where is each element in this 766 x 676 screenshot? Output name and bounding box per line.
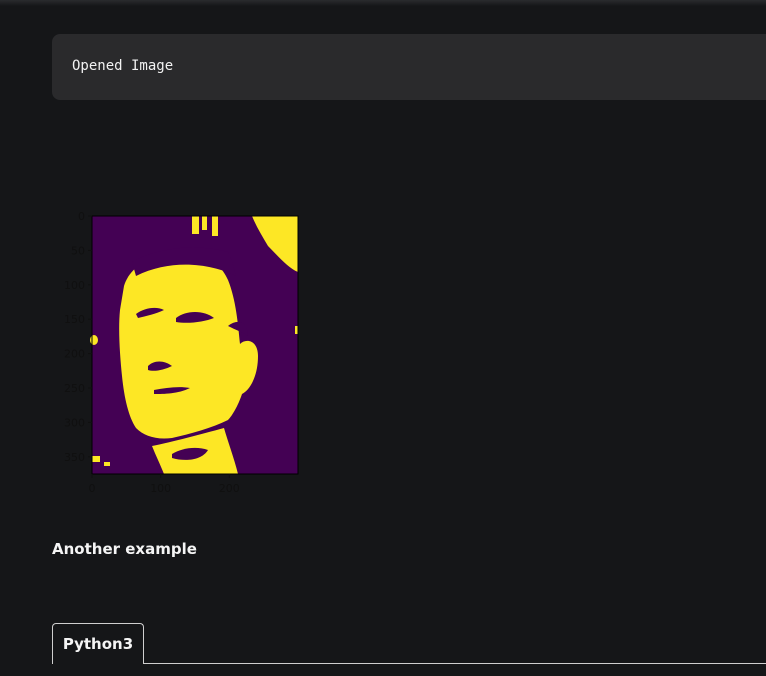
plot-figure: 0 50 100 150 200 250 300 350 0 100 200 — [52, 206, 308, 508]
section-heading: Another example — [52, 540, 197, 558]
tab-python3[interactable]: Python3 — [52, 623, 144, 663]
code-output-text: Opened Image — [72, 58, 174, 74]
y-tick-label: 200 — [64, 348, 85, 361]
x-tick-label: 0 — [89, 482, 96, 495]
code-output-box: Opened Image — [52, 34, 766, 100]
y-tick-label: 250 — [64, 382, 85, 395]
y-tick-label: 0 — [78, 210, 85, 223]
y-tick-label: 100 — [64, 279, 85, 292]
x-tick-label: 100 — [150, 482, 171, 495]
x-axis — [91, 474, 230, 478]
tab-active-cover — [53, 662, 143, 664]
tabs-divider — [52, 663, 766, 664]
y-tick-label: 150 — [64, 313, 85, 326]
x-tick-label: 200 — [219, 482, 240, 495]
top-edge — [0, 0, 766, 6]
binary-image-plot: 0 50 100 150 200 250 300 350 0 100 200 — [64, 210, 299, 495]
y-tick-label: 50 — [71, 244, 85, 257]
y-tick-label: 350 — [64, 451, 85, 464]
y-tick-label: 300 — [64, 416, 85, 429]
